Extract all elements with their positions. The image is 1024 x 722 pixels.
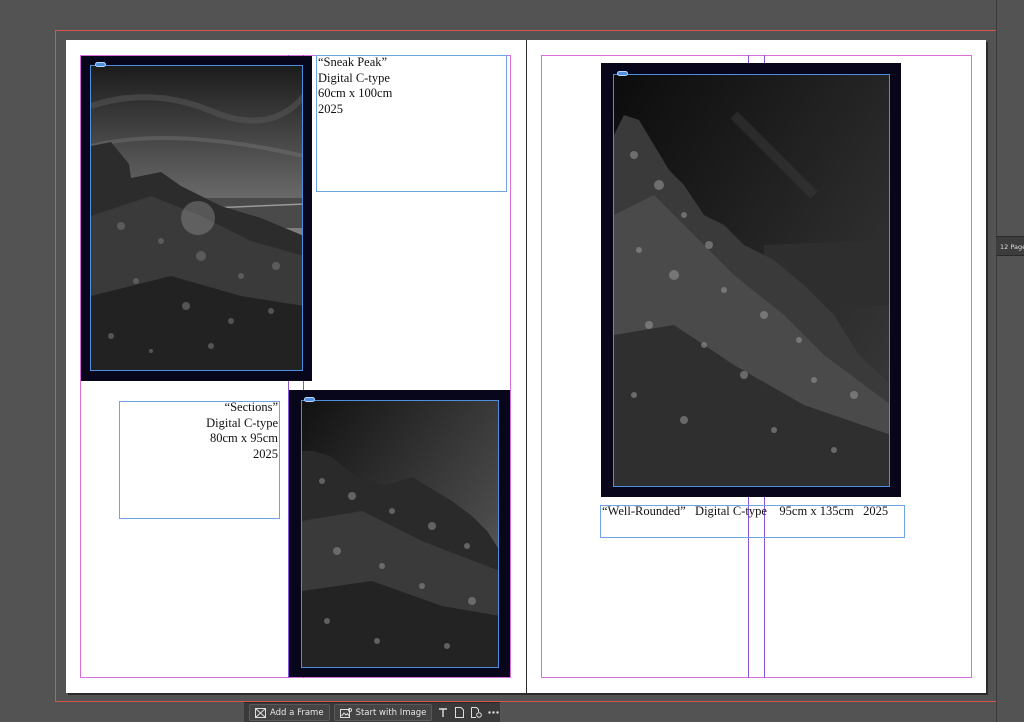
photo-rock-ridge: [302, 401, 498, 667]
spread-spine: [526, 40, 527, 693]
text-frame-sections[interactable]: “Sections” Digital C-type 80cm x 95cm 20…: [119, 400, 280, 519]
add-frame-label: Add a Frame: [270, 707, 324, 718]
caption-sections: “Sections” Digital C-type 80cm x 95cm 20…: [206, 400, 278, 461]
image-frame-sections[interactable]: [289, 390, 510, 677]
panel-edge: [996, 0, 997, 722]
text-frame-well-rounded[interactable]: “Well-Rounded” Digital C-type 95cm x 135…: [600, 504, 905, 538]
content-grabber-handle[interactable]: [617, 71, 628, 76]
image-content-sections[interactable]: [301, 400, 499, 668]
photo-coastal-rocks: [91, 66, 302, 370]
image-content-well-rounded[interactable]: [613, 74, 890, 487]
caption-well-rounded: “Well-Rounded” Digital C-type 95cm x 135…: [602, 504, 889, 518]
add-frame-button[interactable]: Add a Frame: [249, 704, 330, 721]
image-frame-sneak-peak[interactable]: [81, 56, 312, 381]
pasteboard[interactable]: “Sneak Peak” Digital C-type 60cm x 100cm…: [0, 0, 1024, 722]
page-icon[interactable]: [453, 704, 466, 721]
content-grabber-handle[interactable]: [95, 62, 106, 67]
start-with-image-label: Start with Image: [355, 707, 427, 718]
page-settings-icon[interactable]: [470, 704, 483, 721]
image-content-sneak-peak[interactable]: [90, 65, 303, 371]
content-grabber-handle[interactable]: [304, 397, 315, 402]
contextual-task-bar: Add a Frame Start with Image: [244, 702, 500, 722]
photo-cliff-face: [614, 75, 889, 486]
more-icon[interactable]: [487, 704, 500, 721]
caption-sneak-peak: “Sneak Peak” Digital C-type 60cm x 100cm…: [318, 55, 393, 116]
image-icon: [339, 707, 352, 718]
text-icon[interactable]: [436, 704, 449, 721]
text-frame-sneak-peak[interactable]: “Sneak Peak” Digital C-type 60cm x 100cm…: [316, 55, 507, 192]
start-with-image-button[interactable]: Start with Image: [333, 704, 433, 721]
pages-panel-tab[interactable]: 12 Pages: [996, 236, 1024, 256]
frame-icon: [255, 707, 266, 718]
image-frame-well-rounded[interactable]: [601, 63, 901, 497]
pages-count-label: 12 Pages: [1000, 243, 1024, 251]
